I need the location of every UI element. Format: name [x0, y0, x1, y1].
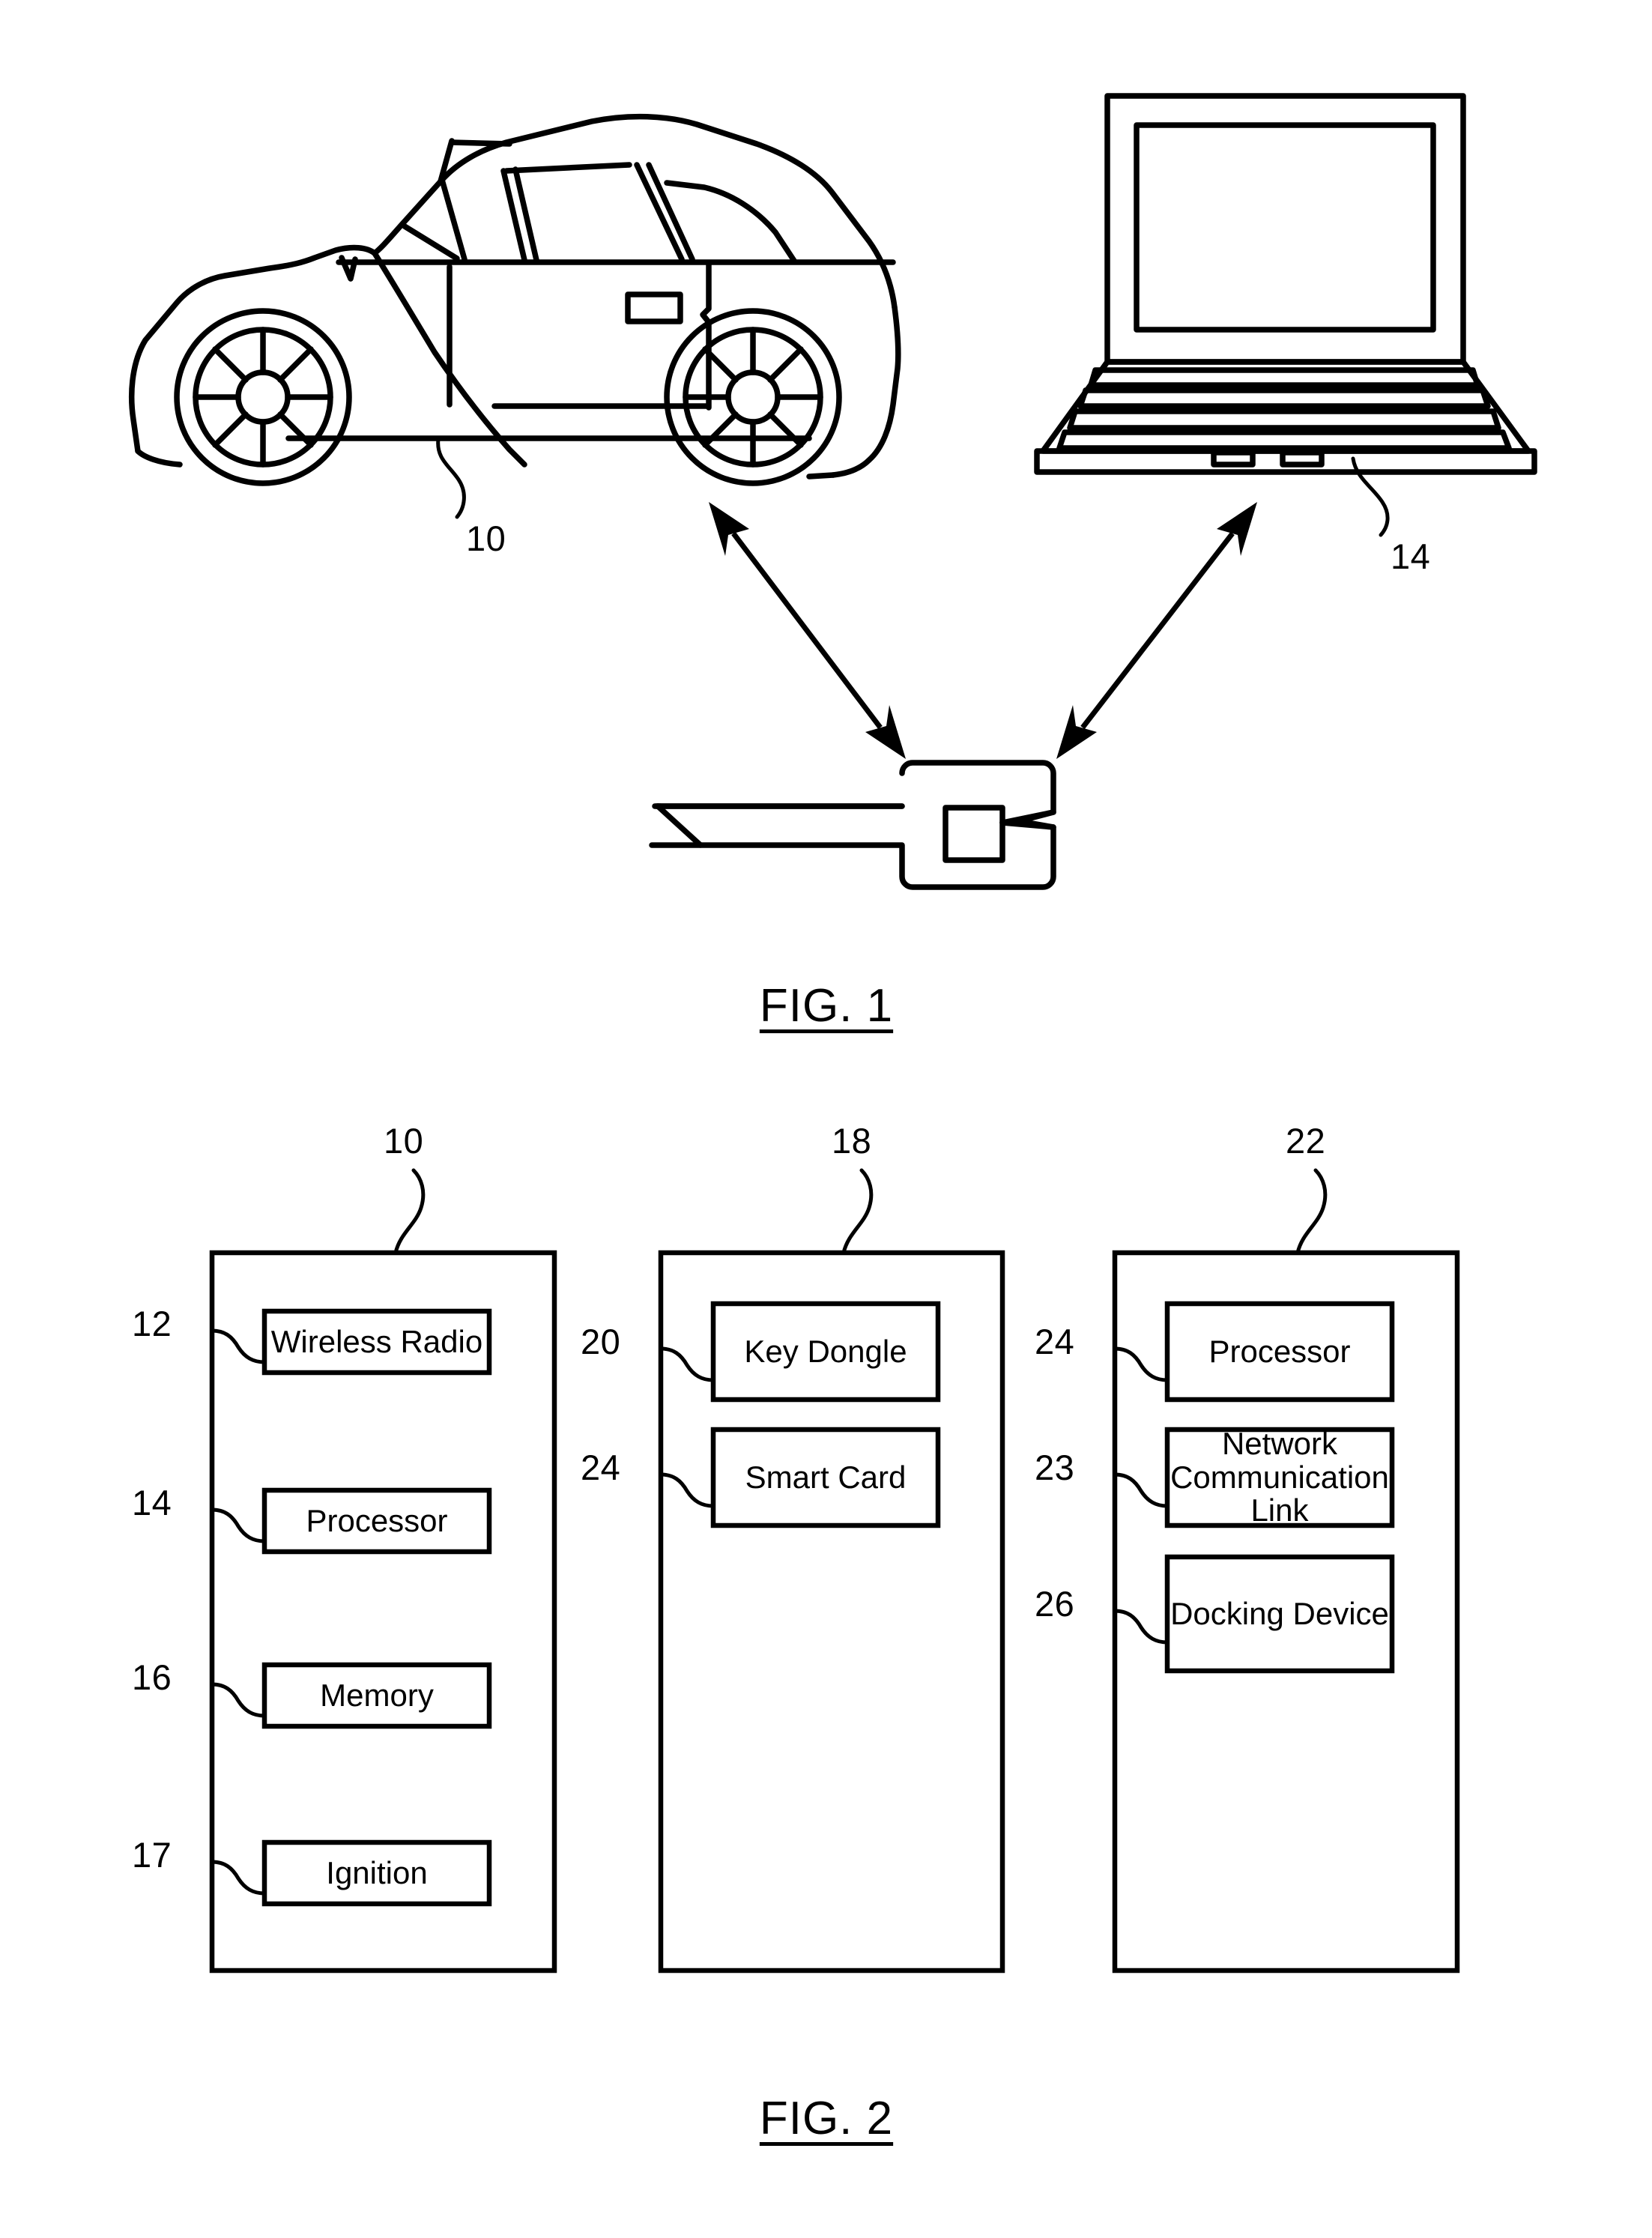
fig2-label-wireless-radio: Wireless Radio	[270, 1323, 483, 1359]
fig2-label-processor-vehicle: Processor	[306, 1502, 448, 1538]
vehicle-illustration	[128, 113, 901, 486]
key-dongle-illustration	[649, 760, 1056, 890]
drawing-vector-layer	[128, 93, 1537, 1974]
laptop-key-arrow	[1056, 502, 1257, 759]
fig2-ref-24-key: 24	[581, 1448, 621, 1487]
fig2-ref-17: 17	[132, 1835, 172, 1875]
fig2-ref-14: 14	[132, 1483, 172, 1522]
fig1-ref-10: 10	[466, 518, 506, 558]
fig2-label-memory: Memory	[320, 1677, 434, 1713]
fig2-ref-12: 12	[132, 1304, 172, 1343]
fig2-label-smart-card: Smart Card	[745, 1459, 907, 1495]
fig2-label-key-dongle: Key Dongle	[744, 1333, 907, 1369]
fig2-label-network-link: Network Communication Link	[1170, 1426, 1389, 1528]
fig2-ref-26: 26	[1035, 1584, 1075, 1624]
fig2-ref-22: 22	[1286, 1121, 1326, 1161]
fig1-caption: FIG. 1	[759, 980, 894, 1032]
patent-drawing-sheet: 10 14 FIG. 1 10 12 14 16 17 Wireless Rad…	[0, 0, 1652, 2238]
fig1-vehicle-leader	[436, 437, 466, 519]
fig2-ref-24-computer: 24	[1035, 1322, 1075, 1361]
fig2-ref-10: 10	[384, 1121, 424, 1161]
fig2-caption: FIG. 2	[759, 2093, 894, 2145]
fig2-vehicle-box-leader	[393, 1168, 426, 1255]
fig2-label-ignition: Ignition	[326, 1854, 428, 1890]
fig2-ref-23: 23	[1035, 1448, 1075, 1487]
fig2-computer-box-leader	[1295, 1168, 1328, 1255]
fig2-ref-20: 20	[581, 1322, 621, 1361]
fig2-label-docking-device: Docking Device	[1170, 1595, 1389, 1631]
fig2-label-processor-computer: Processor	[1208, 1333, 1351, 1369]
vehicle-key-arrow	[709, 502, 906, 759]
fig2-ref-18: 18	[832, 1121, 872, 1161]
fig2-ref-16: 16	[132, 1657, 172, 1697]
laptop-illustration	[1034, 93, 1537, 475]
fig2-key-box-leader	[841, 1168, 874, 1255]
fig1-ref-14: 14	[1391, 536, 1431, 576]
